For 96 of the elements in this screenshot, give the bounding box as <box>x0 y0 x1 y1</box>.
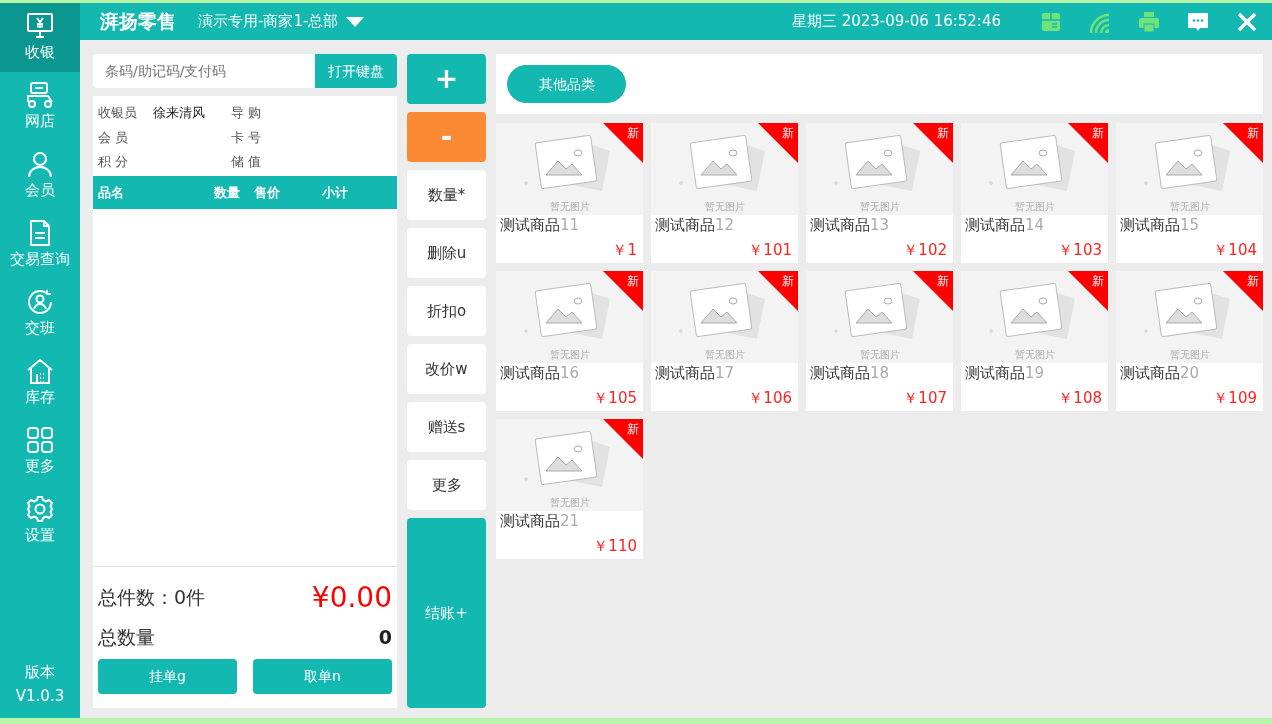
product-card[interactable]: 暂无图片 测试商品18 ￥107 新 <box>806 271 953 411</box>
product-price: ￥102 <box>902 240 948 261</box>
product-name: 测试商品18 <box>809 363 891 383</box>
version-label: 版本 <box>24 662 56 683</box>
total-amount: ¥0.00 <box>311 579 392 616</box>
total-quantity-value: 0 <box>378 624 392 650</box>
product-card[interactable]: 暂无图片 测试商品21 ￥110 新 <box>496 419 643 559</box>
version-number: V1.0.3 <box>14 686 66 707</box>
new-ribbon: 新 <box>603 271 643 311</box>
product-name: 测试商品17 <box>654 363 736 383</box>
image-placeholder-text: 暂无图片 <box>1169 201 1210 213</box>
sidebar-label: 交班 <box>25 318 55 340</box>
action-button[interactable]: 更多 <box>407 460 486 510</box>
product-name: 测试商品14 <box>964 215 1046 235</box>
product-card[interactable]: 暂无图片 测试商品14 ￥103 新 <box>961 123 1108 263</box>
product-price: ￥105 <box>592 388 638 409</box>
column-header: 数量 <box>214 183 241 202</box>
product-name: 测试商品11 <box>499 215 581 235</box>
date-time: 星期三 2023-09-06 16:52:46 <box>791 11 1001 33</box>
product-price: ￥101 <box>747 240 793 261</box>
image-placeholder-text: 暂无图片 <box>859 201 900 213</box>
new-ribbon: 新 <box>603 123 643 163</box>
product-price: ￥109 <box>1212 388 1258 409</box>
action-button[interactable]: 数量* <box>407 170 486 220</box>
new-ribbon: 新 <box>758 123 798 163</box>
sidebar-item[interactable]: 收银 <box>0 3 80 72</box>
caret-icon <box>346 16 365 27</box>
house-icon <box>25 356 55 387</box>
product-price: ￥104 <box>1212 240 1258 261</box>
product-card[interactable]: 暂无图片 测试商品13 ￥102 新 <box>806 123 953 263</box>
product-name: 测试商品12 <box>654 215 736 235</box>
sidebar-label: 库存 <box>25 387 55 409</box>
sidebar-label: 会员 <box>25 180 55 202</box>
sidebar-label: 网店 <box>25 111 55 133</box>
action-button[interactable]: 改价w <box>407 344 486 394</box>
info-label: 卡 号 <box>231 128 263 147</box>
new-ribbon: 新 <box>1068 123 1108 163</box>
product-card[interactable]: 暂无图片 测试商品17 ￥106 新 <box>651 271 798 411</box>
column-header: 小计 <box>322 183 349 202</box>
product-card[interactable]: 暂无图片 测试商品16 ￥105 新 <box>496 271 643 411</box>
sidebar-label: 交易查询 <box>10 249 70 271</box>
image-placeholder-text: 暂无图片 <box>549 201 590 213</box>
image-placeholder-text: 暂无图片 <box>549 497 590 509</box>
product-name: 测试商品15 <box>1119 215 1201 235</box>
new-ribbon: 新 <box>603 419 643 459</box>
product-price: ￥103 <box>1057 240 1103 261</box>
image-placeholder-text: 暂无图片 <box>1014 349 1055 361</box>
image-placeholder-text: 暂无图片 <box>1014 201 1055 213</box>
new-ribbon: 新 <box>1068 271 1108 311</box>
image-placeholder-text: 暂无图片 <box>704 349 745 361</box>
image-placeholder-text: 暂无图片 <box>1169 349 1210 361</box>
new-ribbon: 新 <box>913 123 953 163</box>
sidebar-label: 收银 <box>25 42 55 64</box>
product-card[interactable]: 暂无图片 测试商品12 ￥101 新 <box>651 123 798 263</box>
total-items-text: 总件数：0件 <box>98 585 206 611</box>
product-price: ￥1 <box>611 240 638 261</box>
product-card[interactable]: 暂无图片 测试商品15 ￥104 新 <box>1116 123 1263 263</box>
scooter-icon <box>25 80 55 111</box>
product-price: ￥106 <box>747 388 793 409</box>
product-name: 测试商品19 <box>964 363 1046 383</box>
product-card[interactable]: 暂无图片 测试商品20 ￥109 新 <box>1116 271 1263 411</box>
action-button[interactable]: 删除u <box>407 228 486 278</box>
product-name: 测试商品13 <box>809 215 891 235</box>
action-button[interactable]: 赠送s <box>407 402 486 452</box>
product-card[interactable]: 暂无图片 测试商品19 ￥108 新 <box>961 271 1108 411</box>
person-icon <box>25 149 55 180</box>
new-ribbon: 新 <box>758 271 798 311</box>
sidebar-label: 设置 <box>25 525 55 547</box>
product-price: ￥107 <box>902 388 948 409</box>
info-label: 导 购 <box>231 104 263 122</box>
product-price: ￥110 <box>592 536 638 557</box>
info-label: 会 员 <box>98 128 130 147</box>
image-placeholder-text: 暂无图片 <box>859 349 900 361</box>
product-card[interactable]: 暂无图片 测试商品11 ￥1 新 <box>496 123 643 263</box>
info-label: 收银员 <box>98 104 138 122</box>
product-name: 测试商品20 <box>1119 363 1201 383</box>
column-header: 品名 <box>98 183 125 202</box>
info-label: 储 值 <box>231 153 263 171</box>
new-ribbon: 新 <box>913 271 953 311</box>
new-ribbon: 新 <box>1223 271 1263 311</box>
info-value: 徐来清风 <box>153 105 205 120</box>
image-placeholder-text: 暂无图片 <box>704 201 745 213</box>
info-label: 积 分 <box>98 153 130 171</box>
sidebar-label: 更多 <box>25 456 55 478</box>
search-field[interactable]: 条码/助记码/支付码 <box>93 54 315 88</box>
product-name: 测试商品16 <box>499 363 581 383</box>
new-ribbon: 新 <box>1223 123 1263 163</box>
column-header: 售价 <box>254 183 281 202</box>
product-price: ￥108 <box>1057 388 1103 409</box>
product-name: 测试商品21 <box>499 511 581 531</box>
app-logo: 湃扬零售 <box>100 9 176 35</box>
action-button[interactable]: 折扣o <box>407 286 486 336</box>
image-placeholder-text: 暂无图片 <box>549 349 590 361</box>
grid-icon <box>25 425 55 456</box>
total-quantity-label: 总数量 <box>98 624 155 650</box>
settings-icon <box>25 494 55 525</box>
